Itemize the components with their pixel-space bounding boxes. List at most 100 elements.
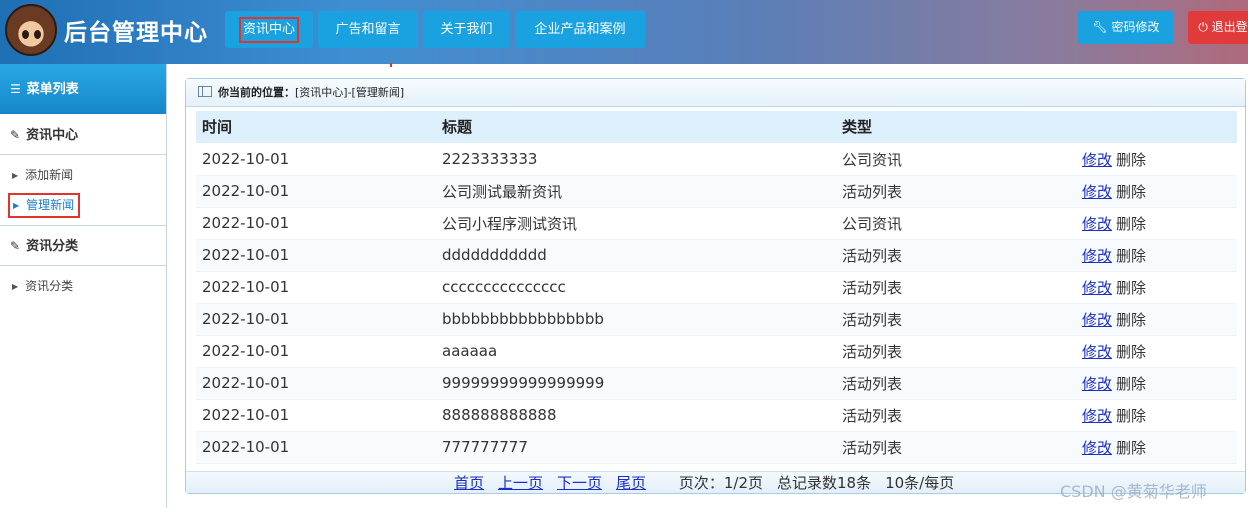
cell-time: 2022-10-01 [196, 399, 436, 432]
cell-title: 777777777 [436, 431, 836, 464]
cell-actions: 修改 删除 [1076, 271, 1237, 304]
next-page-link[interactable]: 下一页 [557, 474, 602, 492]
delete-link[interactable]: 删除 [1116, 183, 1146, 201]
cell-type: 活动列表 [836, 399, 1076, 432]
page-info: 页次：1/2页 [678, 474, 763, 492]
delete-link[interactable]: 删除 [1116, 215, 1146, 233]
cell-actions: 修改 删除 [1076, 239, 1237, 272]
main-panel: 你当前的位置：[资讯中心]-[管理新闻] 时间 标题 类型 2022-10-01… [185, 78, 1246, 494]
sidebar-group-category-items: ▶ 资讯分类 [0, 266, 166, 306]
table-row: 2022-10-01 公司测试最新资讯 活动列表 修改 删除 [196, 175, 1237, 208]
cell-time: 2022-10-01 [196, 367, 436, 400]
delete-link[interactable]: 删除 [1116, 375, 1146, 393]
edit-link[interactable]: 修改 [1082, 439, 1112, 457]
nav-ads-messages[interactable]: 广告和留言 [318, 11, 418, 48]
table-row: 2022-10-01 ddddddddddd 活动列表 修改 删除 [196, 239, 1237, 272]
cell-type: 活动列表 [836, 367, 1076, 400]
nav-label: 资讯中心 [238, 17, 299, 43]
sidebar-item-category[interactable]: ▶ 资讯分类 [8, 274, 73, 298]
sidebar-item-label: 资讯分类 [25, 279, 74, 293]
cell-title: 888888888888 [436, 399, 836, 432]
sidebar-group-news[interactable]: ✎ 资讯中心 [0, 115, 166, 155]
sidebar-group-category[interactable]: ✎ 资讯分类 [0, 226, 166, 266]
edit-icon: ✎ [10, 128, 21, 142]
last-page-link[interactable]: 尾页 [616, 474, 646, 492]
edit-link[interactable]: 修改 [1082, 407, 1112, 425]
breadcrumb-path: [资讯中心]-[管理新闻] [295, 86, 405, 99]
nav-news-center[interactable]: 资讯中心 [225, 11, 313, 48]
list-icon: ☰ [10, 82, 21, 96]
logout-button[interactable]: ⏻ 退出登 [1188, 11, 1248, 44]
cell-title: 公司小程序测试资讯 [436, 207, 836, 240]
edit-link[interactable]: 修改 [1082, 247, 1112, 265]
cell-title: ccccccccccccccc [436, 271, 836, 304]
triangle-right-icon: ▶ [13, 201, 20, 210]
per-page: 10条/每页 [885, 474, 955, 492]
cell-time: 2022-10-01 [196, 271, 436, 304]
cell-time: 2022-10-01 [196, 431, 436, 464]
menu-list-title: 菜单列表 [26, 82, 79, 97]
sidebar: ☰ 菜单列表 ✎ 资讯中心 ▶ 添加新闻 ▶ 管理新闻 ✎ 资讯分类 ▶ 资讯分类 [0, 64, 167, 508]
group-label: 资讯中心 [26, 128, 79, 143]
cell-time: 2022-10-01 [196, 175, 436, 208]
table-row: 2022-10-01 bbbbbbbbbbbbbbbbb 活动列表 修改 删除 [196, 303, 1237, 336]
panel-icon [198, 86, 212, 97]
cell-actions: 修改 删除 [1076, 303, 1237, 336]
delete-link[interactable]: 删除 [1116, 311, 1146, 329]
cell-title: bbbbbbbbbbbbbbbbb [436, 303, 836, 336]
avatar [5, 4, 57, 56]
power-icon: ⏻ [1198, 20, 1208, 34]
sidebar-item-label: 添加新闻 [25, 168, 74, 182]
prev-page-link[interactable]: 上一页 [498, 474, 543, 492]
edit-link[interactable]: 修改 [1082, 215, 1112, 233]
sidebar-item-add-news[interactable]: ▶ 添加新闻 [8, 163, 73, 187]
edit-link[interactable]: 修改 [1082, 279, 1112, 297]
delete-link[interactable]: 删除 [1116, 279, 1146, 297]
cell-type: 活动列表 [836, 239, 1076, 272]
edit-link[interactable]: 修改 [1082, 151, 1112, 169]
cell-actions: 修改 删除 [1076, 207, 1237, 240]
cell-type: 公司资讯 [836, 143, 1076, 176]
cell-type: 活动列表 [836, 431, 1076, 464]
cell-time: 2022-10-01 [196, 239, 436, 272]
delete-link[interactable]: 删除 [1116, 247, 1146, 265]
cell-actions: 修改 删除 [1076, 367, 1237, 400]
first-page-link[interactable]: 首页 [454, 474, 484, 492]
table-row: 2022-10-01 777777777 活动列表 修改 删除 [196, 431, 1237, 464]
cell-time: 2022-10-01 [196, 303, 436, 336]
breadcrumb: 你当前的位置：[资讯中心]-[管理新闻] [186, 79, 1245, 107]
cell-actions: 修改 删除 [1076, 399, 1237, 432]
cell-time: 2022-10-01 [196, 335, 436, 368]
pagination-info: 页次：1/2页 总记录数18条 10条/每页 [679, 474, 968, 492]
edit-link[interactable]: 修改 [1082, 375, 1112, 393]
cell-title: aaaaaa [436, 335, 836, 368]
sidebar-group-news-items: ▶ 添加新闻 ▶ 管理新闻 [0, 155, 166, 226]
menu-list-header: ☰ 菜单列表 [0, 64, 166, 114]
cell-title: 公司测试最新资讯 [436, 175, 836, 208]
cell-type: 公司资讯 [836, 207, 1076, 240]
nav-products-cases[interactable]: 企业产品和案例 [515, 11, 645, 48]
password-change-label: 密码修改 [1111, 20, 1160, 34]
nav-about-us[interactable]: 关于我们 [423, 11, 510, 48]
table-row: 2022-10-01 99999999999999999 活动列表 修改 删除 [196, 367, 1237, 400]
cell-time: 2022-10-01 [196, 207, 436, 240]
cell-time: 2022-10-01 [196, 143, 436, 176]
delete-link[interactable]: 删除 [1116, 343, 1146, 361]
group-label: 资讯分类 [26, 239, 79, 254]
table-row: 2022-10-01 ccccccccccccccc 活动列表 修改 删除 [196, 271, 1237, 304]
edit-icon: ✎ [10, 239, 21, 253]
edit-link[interactable]: 修改 [1082, 343, 1112, 361]
delete-link[interactable]: 删除 [1116, 151, 1146, 169]
wrench-icon: 🔧︎ [1092, 20, 1108, 34]
breadcrumb-label: 你当前的位置： [218, 86, 295, 99]
edit-link[interactable]: 修改 [1082, 311, 1112, 329]
cell-actions: 修改 删除 [1076, 335, 1237, 368]
delete-link[interactable]: 删除 [1116, 407, 1146, 425]
edit-link[interactable]: 修改 [1082, 183, 1112, 201]
password-change-button[interactable]: 🔧︎ 密码修改 [1078, 11, 1174, 44]
sidebar-item-manage-news[interactable]: ▶ 管理新闻 [8, 193, 81, 218]
sidebar-item-label: 管理新闻 [26, 198, 75, 212]
table-row: 2022-10-01 2223333333 公司资讯 修改 删除 [196, 143, 1237, 176]
delete-link[interactable]: 删除 [1116, 439, 1146, 457]
cell-actions: 修改 删除 [1076, 175, 1237, 208]
